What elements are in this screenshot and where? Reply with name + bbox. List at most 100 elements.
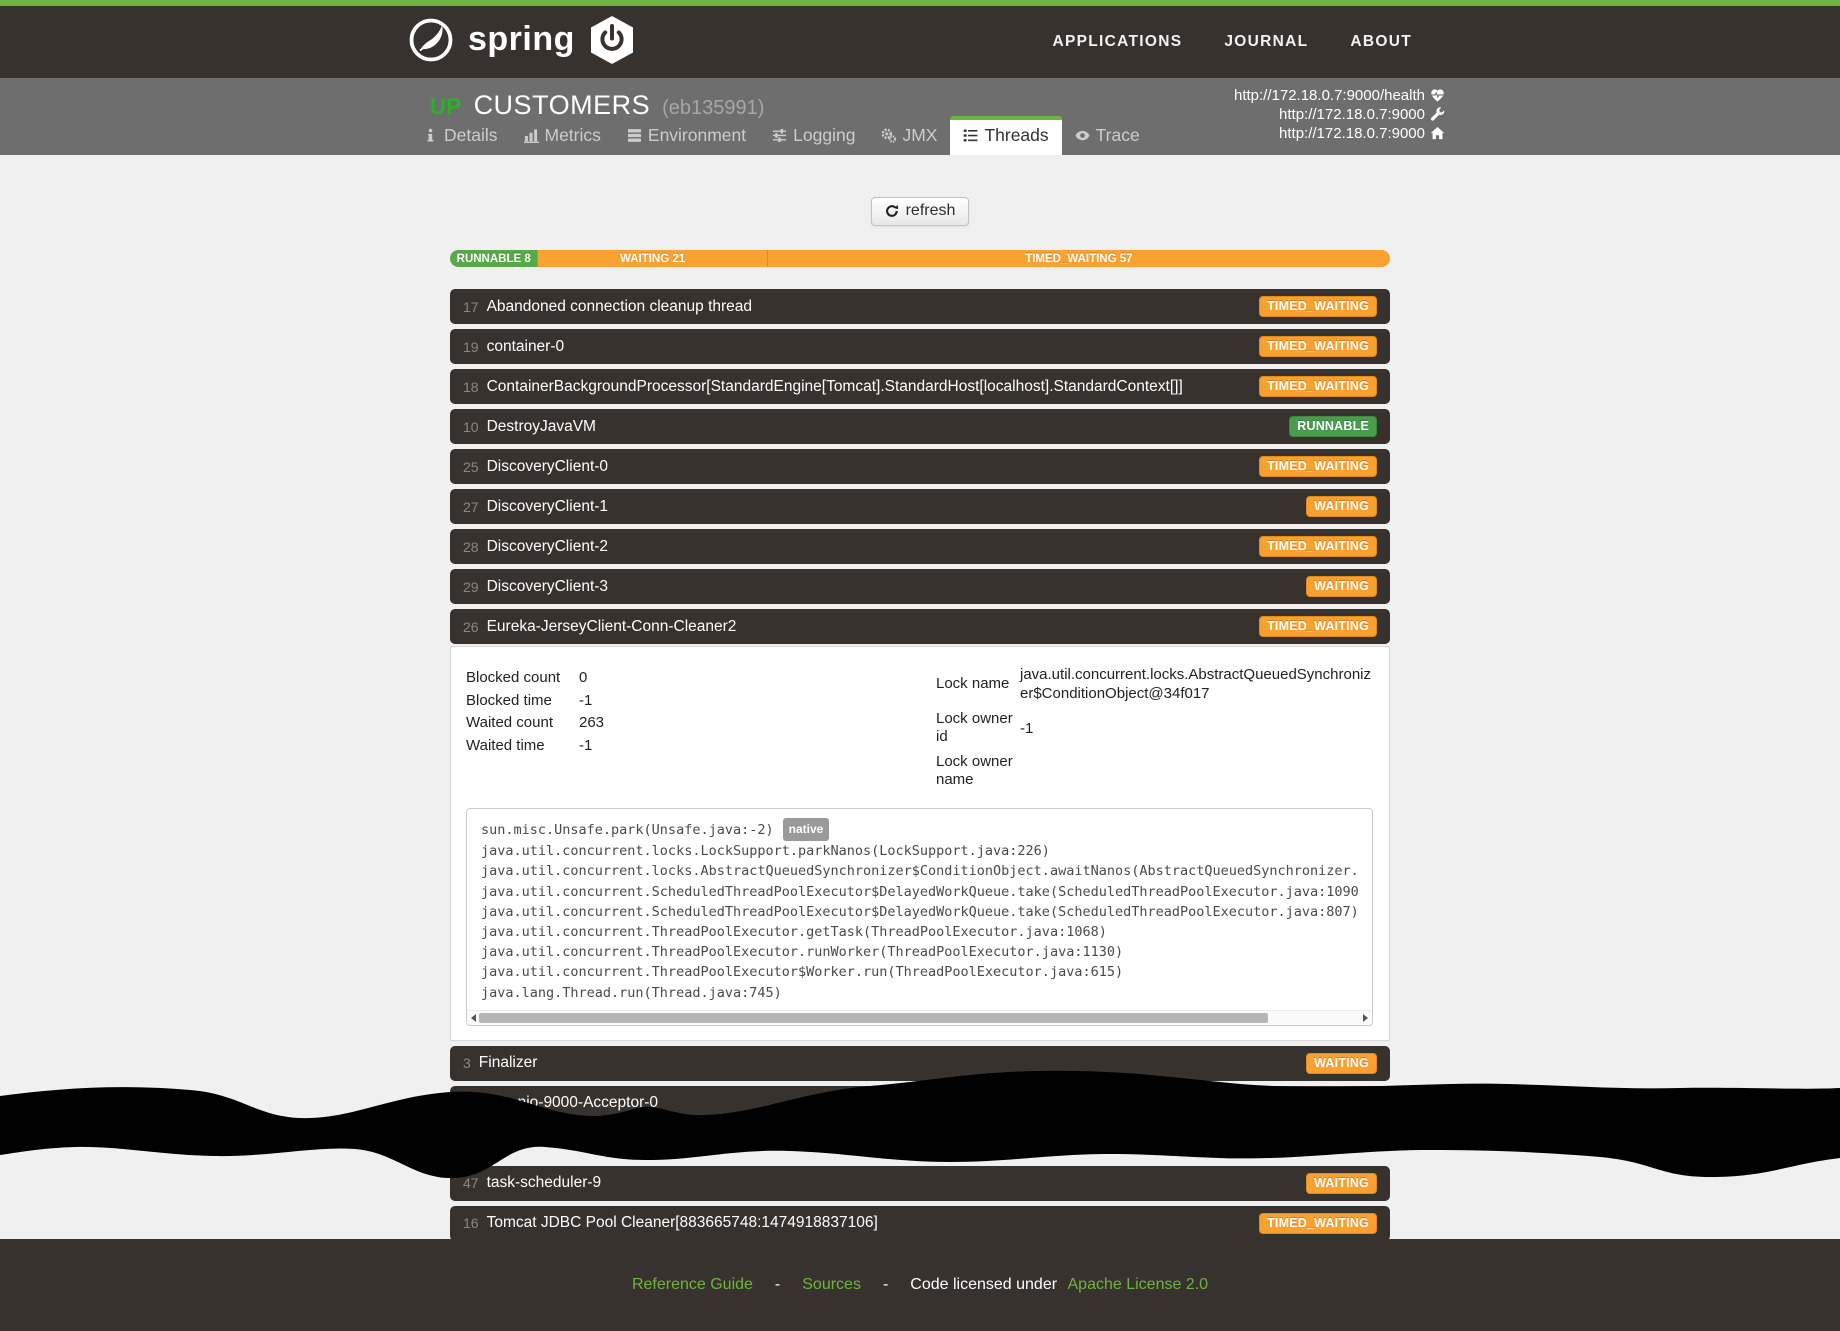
stacktrace-line: sun.misc.Unsafe.park(Unsafe.java:-2)nati…	[481, 818, 1358, 841]
thread-row[interactable]: 25 DiscoveryClient-0 TIMED_WAITING	[450, 449, 1390, 484]
stacktrace-text: java.util.concurrent.ThreadPoolExecutor.…	[481, 944, 1123, 960]
spring-boot-hexagon-icon	[589, 15, 635, 70]
summary-segment-waiting: WAITING 21	[537, 250, 766, 267]
thread-detail-panel: Blocked count0Blocked time-1Waited count…	[450, 646, 1390, 1041]
tab-environment[interactable]: Environment	[614, 117, 759, 155]
thread-id: 19	[463, 339, 479, 355]
tab-label: Metrics	[545, 125, 601, 146]
stacktrace-line: java.lang.Thread.run(Thread.java:745)	[481, 983, 1358, 1003]
scrollbar-thumb[interactable]	[479, 1013, 1268, 1023]
footer-link-sources[interactable]: Sources	[802, 1276, 861, 1294]
thread-row[interactable]: 42 http-nio-9000-Acceptor-0 RUNNABLE	[450, 1086, 1390, 1121]
footer-license: Code licensed under Apache License 2.0	[910, 1276, 1208, 1294]
thread-row[interactable]: 17 Abandoned connection cleanup thread T…	[450, 289, 1390, 324]
thread-stat: Blocked count0	[466, 667, 936, 690]
stacktrace-text: java.util.concurrent.ThreadPoolExecutor.…	[481, 924, 1107, 940]
thread-row[interactable]: 27 DiscoveryClient-1 WAITING	[450, 489, 1390, 524]
thread-row[interactable]: 47 task-scheduler-9 WAITING	[450, 1166, 1390, 1201]
stacktrace-line: java.util.concurrent.ScheduledThreadPool…	[481, 882, 1358, 902]
thread-name: Finalizer	[479, 1054, 538, 1072]
thread-state-summary-bar: RUNNABLE 8WAITING 21TIMED_WAITING 57	[450, 250, 1390, 267]
stacktrace-text: java.util.concurrent.ScheduledThreadPool…	[481, 904, 1358, 920]
stacktrace-line: java.util.concurrent.ScheduledThreadPool…	[481, 902, 1358, 922]
list-icon	[963, 128, 978, 143]
tab-logging[interactable]: Logging	[759, 117, 868, 155]
sliders-icon	[772, 128, 787, 143]
navbar: spring APPLICATIONS JOURNAL ABOUT	[0, 6, 1840, 78]
tab-trace[interactable]: Trace	[1062, 117, 1153, 155]
thread-id: 17	[463, 299, 479, 315]
bar-chart-icon	[524, 128, 539, 143]
thread-row[interactable]: 19 container-0 TIMED_WAITING	[450, 329, 1390, 364]
horizontal-scrollbar[interactable]	[467, 1010, 1372, 1025]
scroll-left-arrow-icon[interactable]	[471, 1014, 476, 1022]
brand-text: spring	[468, 22, 575, 62]
lock-value: -1	[1020, 719, 1373, 738]
thread-row[interactable]: 18 ContainerBackgroundProcessor[Standard…	[450, 369, 1390, 404]
tab-label: JMX	[902, 125, 937, 146]
stat-value: -1	[579, 735, 592, 758]
thread-name: task-scheduler-9	[487, 1174, 602, 1192]
thread-stat: Waited time-1	[466, 735, 936, 758]
tab-label: Details	[444, 125, 498, 146]
thread-id: 42	[463, 1095, 479, 1111]
thread-state-badge: TIMED_WAITING	[1259, 616, 1377, 637]
thread-state-badge: RUNNABLE	[1289, 1093, 1377, 1114]
thread-row[interactable]: 28 DiscoveryClient-2 TIMED_WAITING	[450, 529, 1390, 564]
thread-row[interactable]: 29 DiscoveryClient-3 WAITING	[450, 569, 1390, 604]
nav-link-journal[interactable]: JOURNAL	[1224, 33, 1308, 51]
stat-label: Waited time	[466, 735, 579, 758]
thread-id: 26	[463, 619, 479, 635]
app-url[interactable]: http://172.18.0.7:9000	[1234, 124, 1445, 143]
footer-link-reference-guide[interactable]: Reference Guide	[632, 1276, 753, 1294]
footer-link-apache-license[interactable]: Apache License 2.0	[1068, 1276, 1209, 1293]
server-icon	[627, 128, 642, 143]
refresh-button[interactable]: refresh	[871, 197, 970, 226]
app-url[interactable]: http://172.18.0.7:9000/health	[1234, 86, 1445, 105]
gears-icon	[881, 128, 896, 143]
stacktrace-text: java.util.concurrent.locks.LockSupport.p…	[481, 843, 1050, 859]
nav-link-applications[interactable]: APPLICATIONS	[1053, 33, 1183, 51]
thread-locks: Lock namejava.util.concurrent.locks.Abst…	[936, 663, 1373, 796]
app-url-text: http://172.18.0.7:9000	[1279, 105, 1425, 124]
tab-details[interactable]: Details	[410, 117, 511, 155]
thread-row[interactable]: 10 DestroyJavaVM RUNNABLE	[450, 409, 1390, 444]
thread-name: DiscoveryClient-0	[487, 458, 608, 476]
thread-lock-row: Lock owner name	[936, 753, 1373, 789]
stacktrace-text: java.util.concurrent.ScheduledThreadPool…	[481, 884, 1358, 900]
thread-state-badge: WAITING	[1306, 1053, 1377, 1074]
nav-link-about[interactable]: ABOUT	[1350, 33, 1412, 51]
content: refresh RUNNABLE 8WAITING 21TIMED_WAITIN…	[0, 155, 1840, 1241]
thread-row[interactable]: 16 Tomcat JDBC Pool Cleaner[883665748:14…	[450, 1206, 1390, 1241]
thread-state-badge: TIMED_WAITING	[1259, 296, 1377, 317]
app-urls: http://172.18.0.7:9000/healthhttp://172.…	[1234, 86, 1445, 143]
tab-threads[interactable]: Threads	[950, 116, 1061, 155]
stacktrace-line: java.util.concurrent.ThreadPoolExecutor.…	[481, 922, 1358, 942]
wrench-icon	[1430, 107, 1445, 122]
heartbeat-icon	[1430, 88, 1445, 103]
thread-list: 17 Abandoned connection cleanup thread T…	[450, 289, 1390, 1241]
thread-lock-row: Lock owner id-1	[936, 710, 1373, 746]
thread-id: 3	[463, 1055, 471, 1071]
summary-segment-runnable: RUNNABLE 8	[450, 250, 537, 267]
thread-row[interactable]: 3 Finalizer WAITING	[450, 1046, 1390, 1081]
app-url[interactable]: http://172.18.0.7:9000	[1234, 105, 1445, 124]
tab-metrics[interactable]: Metrics	[511, 117, 614, 155]
thread-id: 28	[463, 539, 479, 555]
stacktrace-box: sun.misc.Unsafe.park(Unsafe.java:-2)nati…	[466, 808, 1373, 1026]
footer: Reference Guide - Sources - Code license…	[0, 1239, 1840, 1331]
thread-row[interactable]: 26 Eureka-JerseyClient-Conn-Cleaner2 TIM…	[450, 609, 1390, 644]
stat-label: Blocked count	[466, 667, 579, 690]
lock-label: Lock name	[936, 675, 1020, 693]
lock-label: Lock owner id	[936, 710, 1020, 746]
stat-value: 0	[579, 667, 587, 690]
refresh-icon	[885, 204, 899, 218]
scroll-right-arrow-icon[interactable]	[1363, 1014, 1368, 1022]
brand[interactable]: spring	[408, 15, 635, 70]
stacktrace-line: java.util.concurrent.locks.LockSupport.p…	[481, 841, 1358, 861]
tab-label: Logging	[793, 125, 855, 146]
spring-leaf-logo-icon	[408, 17, 454, 68]
thread-id: 27	[463, 499, 479, 515]
tab-jmx[interactable]: JMX	[868, 117, 950, 155]
thread-state-badge: WAITING	[1306, 1173, 1377, 1194]
